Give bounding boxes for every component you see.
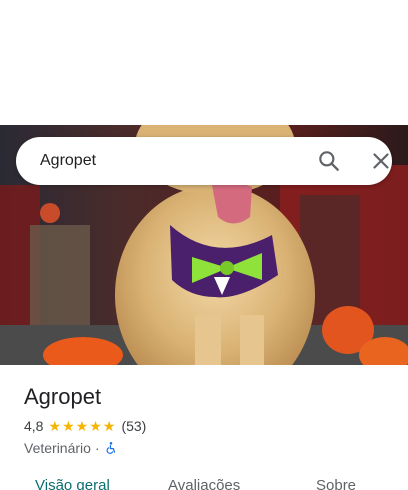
review-count[interactable]: (53) (121, 418, 146, 434)
rating-value: 4,8 (24, 418, 44, 434)
wheelchair-icon (104, 441, 118, 455)
category-row: Veterinário · (24, 439, 118, 457)
tab-overview[interactable]: Visão geral (35, 477, 110, 490)
star-icon: ★ (48, 418, 62, 434)
search-bar[interactable]: Agropet (16, 137, 392, 185)
map-area-blank (0, 0, 408, 125)
place-tabs: Visão geral Avaliações Sobre (0, 477, 408, 490)
close-icon[interactable] (368, 148, 394, 174)
star-rating: ★ ★ ★ ★ ★ (48, 419, 116, 433)
tab-reviews[interactable]: Avaliações (168, 477, 240, 490)
star-icon: ★ (102, 418, 116, 434)
search-input[interactable]: Agropet (40, 151, 96, 171)
place-category[interactable]: Veterinário (24, 440, 91, 456)
star-icon: ★ (89, 418, 102, 434)
place-title: Agropet (24, 384, 102, 409)
search-icon[interactable] (316, 148, 342, 174)
star-icon: ★ (62, 418, 75, 434)
tab-about[interactable]: Sobre (316, 477, 356, 490)
place-info-panel: Agropet 4,8 ★ ★ ★ ★ ★ (53) Veterinário · (0, 365, 408, 490)
separator-dot: · (94, 440, 100, 456)
rating-row[interactable]: 4,8 ★ ★ ★ ★ ★ (53) (24, 417, 146, 435)
star-icon: ★ (75, 418, 89, 434)
